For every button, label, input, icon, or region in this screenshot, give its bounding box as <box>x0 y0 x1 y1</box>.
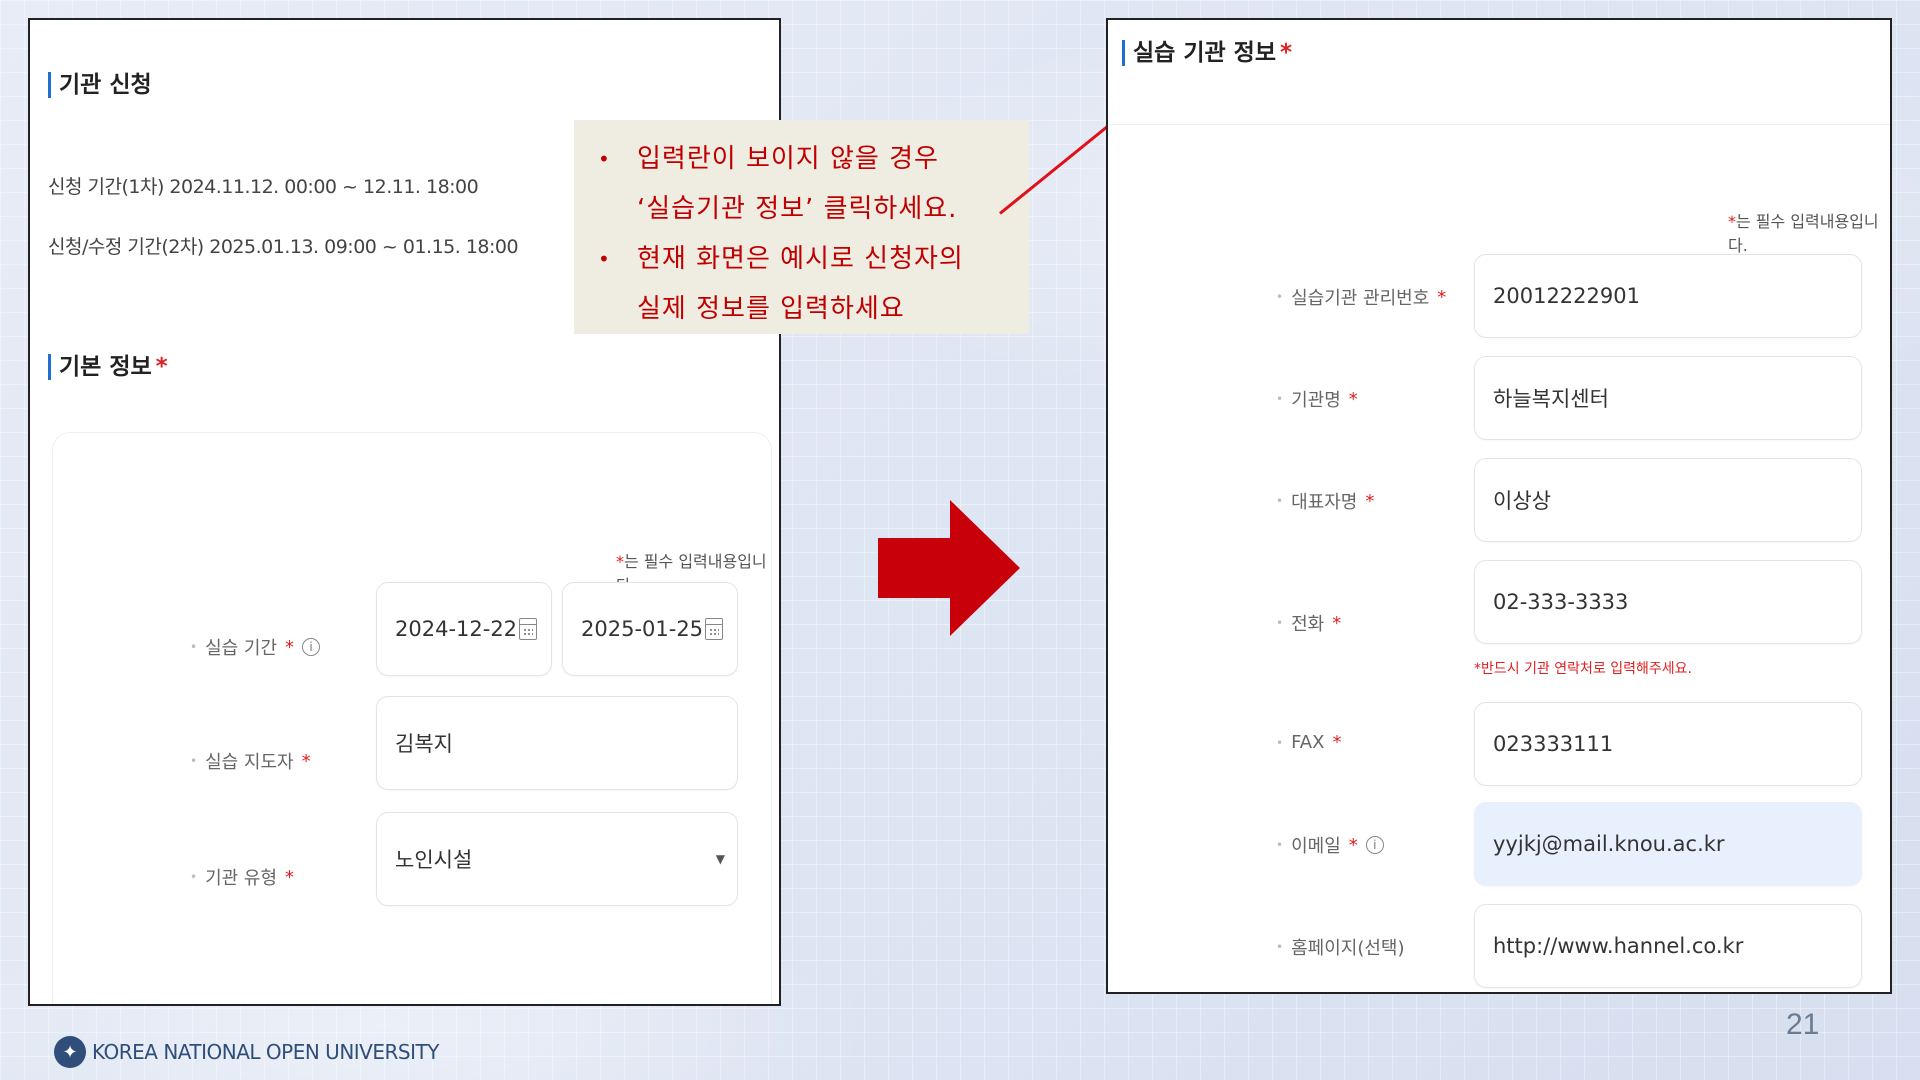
divider <box>1108 124 1890 125</box>
info-icon[interactable]: i <box>1365 836 1384 854</box>
dropdown-caret-icon[interactable]: ▼ <box>716 852 725 866</box>
callout-line-2: ‘실습기관 정보’ 클릭하세요. <box>637 194 958 224</box>
practice-period-label: • 실습 기간 * i <box>190 634 321 660</box>
email-input[interactable]: yyjkj@mail.knou.ac.kr <box>1474 802 1862 886</box>
phone-label: • 전화 * <box>1276 612 1342 636</box>
representative-label: • 대표자명 * <box>1276 490 1375 514</box>
homepage-label: • 홈페이지(선택) <box>1276 938 1405 959</box>
email-label: • 이메일 * i <box>1276 832 1384 858</box>
start-date-input[interactable]: 2024-12-22 <box>376 582 552 676</box>
info-icon[interactable]: i <box>302 638 321 656</box>
practice-agency-info-title: 실습 기관 정보 * <box>1122 40 1292 66</box>
application-period-1: 신청 기간(1차) 2024.11.12. 00:00 ~ 12.11. 18:… <box>48 176 479 198</box>
phone-input[interactable]: 02-333-3333 <box>1474 560 1862 644</box>
fax-input[interactable]: 023333111 <box>1474 702 1862 786</box>
representative-input[interactable]: 이상상 <box>1474 458 1862 542</box>
logo-text: KOREA NATIONAL OPEN UNIVERSITY <box>92 1040 439 1064</box>
agency-name-label: • 기관명 * <box>1276 388 1358 412</box>
callout-line-1: • 입력란이 보이지 않을 경우 <box>598 144 939 174</box>
calendar-icon[interactable] <box>705 618 723 640</box>
agency-type-select[interactable]: 노인시설 ▼ <box>376 812 738 906</box>
mgmt-number-label: • 실습기관 관리번호 * <box>1276 286 1447 310</box>
phone-warning: *반드시 기관 연락처로 입력해주세요. <box>1474 661 1692 677</box>
agency-name-input[interactable]: 하늘복지센터 <box>1474 356 1862 440</box>
university-logo-icon: ✦ <box>54 1036 86 1068</box>
callout-line-4: 실제 정보를 입력하세요 <box>637 294 905 324</box>
callout-line-3: • 현재 화면은 예시로 신청자의 <box>598 244 964 274</box>
homepage-input[interactable]: http://www.hannel.co.kr <box>1474 904 1862 988</box>
page-number: 21 <box>1786 1008 1820 1041</box>
required-note: *는 필수 입력내용입니다. <box>1728 212 1879 255</box>
calendar-icon[interactable] <box>519 618 537 640</box>
fax-label: • FAX * <box>1276 732 1342 753</box>
basic-info-title: 기본 정보 * <box>48 354 168 380</box>
right-arrow-icon <box>878 500 1020 636</box>
supervisor-label: • 실습 지도자 * <box>190 750 311 774</box>
right-screenshot-panel: 실습 기관 정보 * *는 필수 입력내용입니다. • 실습기관 관리번호 * 200… <box>1106 18 1892 994</box>
supervisor-input[interactable]: 김복지 <box>376 696 738 790</box>
agency-type-label: • 기관 유형 * <box>190 866 295 890</box>
end-date-input[interactable]: 2025-01-25 <box>562 582 738 676</box>
instruction-callout: • 입력란이 보이지 않을 경우 ‘실습기관 정보’ 클릭하세요. • 현재 화면은… <box>574 120 1029 334</box>
application-period-2: 신청/수정 기간(2차) 2025.01.13. 09:00 ~ 01.15. … <box>48 236 519 258</box>
agency-application-title: 기관 신청 <box>48 72 152 98</box>
mgmt-number-input[interactable]: 20012222901 <box>1474 254 1862 338</box>
university-logo: ✦ KOREA NATIONAL OPEN UNIVERSITY <box>54 1036 439 1068</box>
